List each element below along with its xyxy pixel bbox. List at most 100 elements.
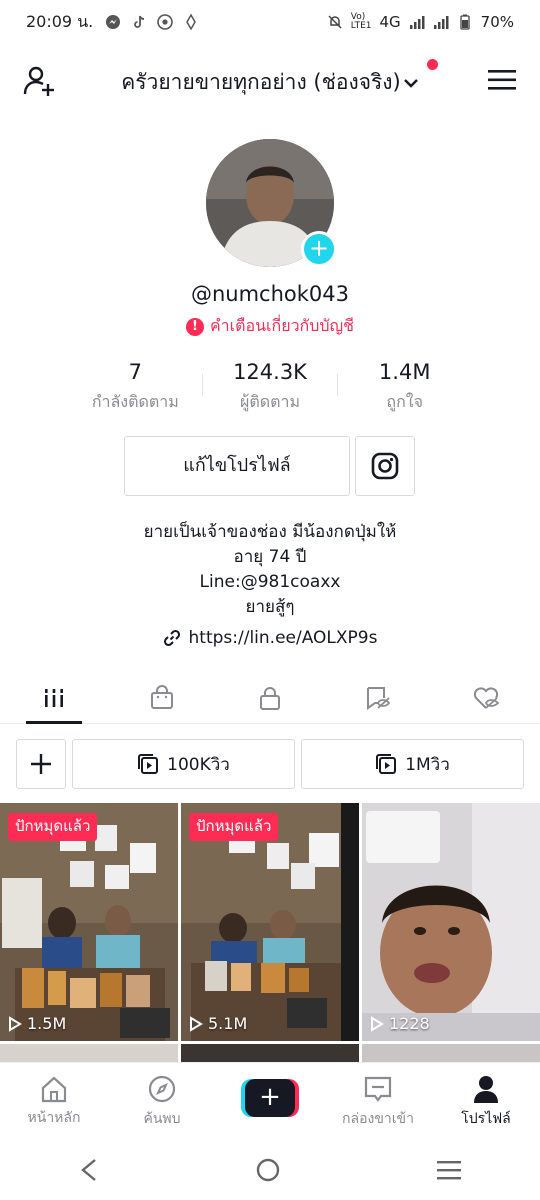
tagged-icon xyxy=(367,686,391,710)
account-warning-text: คำเตือนเกี่ยวกับบัญชี xyxy=(209,316,355,335)
playlist-icon xyxy=(138,754,159,774)
signal-icon xyxy=(409,16,425,29)
system-status: Vo) LTE1 4G 70% xyxy=(327,13,514,31)
system-navigation xyxy=(0,1140,540,1200)
profile-stats: 7 กำลังติดตาม 124.3K ผู้ติดตาม 1.4M ถูกใ… xyxy=(68,360,472,415)
network-type: 4G xyxy=(379,13,401,31)
profile-header: ครัวยายขายทุกอย่าง (ช่องจริง) xyxy=(0,52,540,110)
tab-liked[interactable] xyxy=(432,672,540,723)
pinned-badge: ปักหมุดแล้ว xyxy=(8,813,98,841)
chrome-icon xyxy=(157,14,174,30)
play-count-text: 5.1M xyxy=(208,1014,248,1033)
pinned-badge: ปักหมุดแล้ว xyxy=(189,813,279,841)
nav-profile[interactable]: โปรไฟล์ xyxy=(432,1063,540,1140)
alert-icon: ! xyxy=(185,317,204,336)
link-icon xyxy=(163,629,180,647)
tab-private[interactable] xyxy=(216,672,324,723)
video-thumbnail[interactable]: ปักหมุดแล้ว 5.1M xyxy=(181,803,359,1041)
add-avatar-icon[interactable]: + xyxy=(301,231,337,267)
nav-home-label: หน้าหลัก xyxy=(27,1109,81,1126)
nav-inbox-label: กล่องขาเข้า xyxy=(342,1110,414,1127)
inbox-icon xyxy=(364,1076,392,1102)
video-thumbnail[interactable] xyxy=(362,1044,540,1064)
video-thumbnail[interactable]: 1228 xyxy=(362,803,540,1041)
tab-tagged[interactable] xyxy=(324,672,432,723)
compass-icon xyxy=(148,1075,176,1102)
nav-inbox[interactable]: กล่องขาเข้า xyxy=(324,1063,432,1140)
nav-create[interactable]: + xyxy=(216,1063,324,1140)
likes-label: ถูกใจ xyxy=(386,392,423,411)
messenger-icon xyxy=(106,15,121,29)
instagram-button[interactable] xyxy=(355,436,415,496)
bio-line: ยายเป็นเจ้าของช่อง มีน้องกดปุ่มให้ xyxy=(143,522,397,542)
nav-discover[interactable]: ค้นพบ xyxy=(108,1063,216,1140)
notification-dot xyxy=(427,59,438,70)
bio-line: Line:@981coaxx xyxy=(199,572,341,592)
tab-videos[interactable] xyxy=(0,672,108,724)
nav-home[interactable]: หน้าหลัก xyxy=(0,1063,108,1140)
tab-shop[interactable] xyxy=(108,672,216,723)
tiktok-icon xyxy=(134,15,145,28)
battery-level: 70% xyxy=(480,13,514,31)
video-grid: ปักหมุดแล้ว 1.5M ปักหมุดแล้ว 5.1M 1228 xyxy=(0,803,540,1041)
account-switcher[interactable]: ครัวยายขายทุกอย่าง (ช่องจริง) xyxy=(0,66,540,99)
nav-discover-label: ค้นพบ xyxy=(143,1110,181,1127)
bottom-navigation: หน้าหลัก ค้นพบ + กล่องขาเข้า โปรไฟล์ xyxy=(0,1062,540,1140)
back-icon[interactable] xyxy=(77,1156,101,1184)
video-grid-row-2 xyxy=(0,1044,540,1064)
stat-followers[interactable]: 124.3K ผู้ติดตาม xyxy=(203,360,338,415)
playlist-1m-button[interactable]: 1Mวิว xyxy=(301,739,524,789)
followers-label: ผู้ติดตาม xyxy=(239,392,301,411)
bio: ยายเป็นเจ้าของช่อง มีน้องกดปุ่มให้ อายุ … xyxy=(0,520,540,620)
followers-count: 124.3K xyxy=(233,360,307,384)
play-count-text: 1228 xyxy=(389,1014,430,1033)
liked-icon xyxy=(473,686,500,709)
playlist-100k-button[interactable]: 100Kวิว xyxy=(72,739,295,789)
mute-bell-icon xyxy=(328,15,342,29)
shop-bag-icon xyxy=(151,684,173,709)
avatar-container[interactable]: + xyxy=(206,139,337,267)
bio-line: อายุ 74 ปี xyxy=(233,547,307,567)
play-icon xyxy=(371,1015,384,1032)
menu-icon[interactable] xyxy=(488,68,516,92)
filter-bar: 100Kวิว 1Mวิว xyxy=(16,739,524,789)
plus-icon: + xyxy=(245,1078,295,1117)
lock-icon xyxy=(260,686,280,710)
video-thumbnail[interactable] xyxy=(181,1044,359,1064)
following-count: 7 xyxy=(128,360,143,384)
add-filter-button[interactable] xyxy=(16,739,66,789)
nav-profile-label: โปรไฟล์ xyxy=(461,1110,511,1127)
edit-profile-button[interactable]: แก้ไขโปรไฟล์ xyxy=(124,436,350,496)
play-count: 5.1M xyxy=(189,1014,247,1033)
stat-following[interactable]: 7 กำลังติดตาม xyxy=(68,360,203,415)
stat-likes[interactable]: 1.4M ถูกใจ xyxy=(337,360,472,415)
play-count-text: 1.5M xyxy=(27,1014,67,1033)
profile-icon xyxy=(474,1075,498,1103)
instagram-icon xyxy=(371,452,399,480)
diamond-icon xyxy=(186,14,197,30)
battery-icon xyxy=(460,14,470,30)
recent-apps-icon[interactable] xyxy=(435,1158,463,1182)
video-thumbnail[interactable]: ปักหมุดแล้ว 1.5M xyxy=(0,803,178,1041)
plus-icon xyxy=(31,754,51,774)
video-thumbnail[interactable] xyxy=(0,1044,178,1064)
volte-icon: Vo) LTE1 xyxy=(350,12,372,31)
home-button-icon[interactable] xyxy=(254,1156,282,1184)
bio-link[interactable]: https://lin.ee/AOLXP9s xyxy=(0,628,540,648)
account-warning[interactable]: ! คำเตือนเกี่ยวกับบัญชี xyxy=(0,314,540,339)
playlist-100k-label: 100Kวิว xyxy=(167,754,230,775)
play-icon xyxy=(9,1015,22,1032)
profile-tabs xyxy=(0,672,540,724)
following-label: กำลังติดตาม xyxy=(91,392,179,411)
bio-link-text: https://lin.ee/AOLXP9s xyxy=(188,628,378,648)
videos-grid-icon xyxy=(43,688,65,707)
create-button[interactable]: + xyxy=(241,1078,299,1117)
play-count: 1.5M xyxy=(8,1014,66,1033)
signal-icon-2 xyxy=(433,16,449,29)
play-icon xyxy=(190,1015,203,1032)
playlist-1m-label: 1Mวิว xyxy=(405,754,450,775)
playlist-icon xyxy=(376,754,397,774)
username: @numchok043 xyxy=(190,282,350,306)
status-bar: 20:09 น. Vo) LTE1 4G 70% xyxy=(0,0,540,44)
likes-count: 1.4M xyxy=(378,360,431,384)
